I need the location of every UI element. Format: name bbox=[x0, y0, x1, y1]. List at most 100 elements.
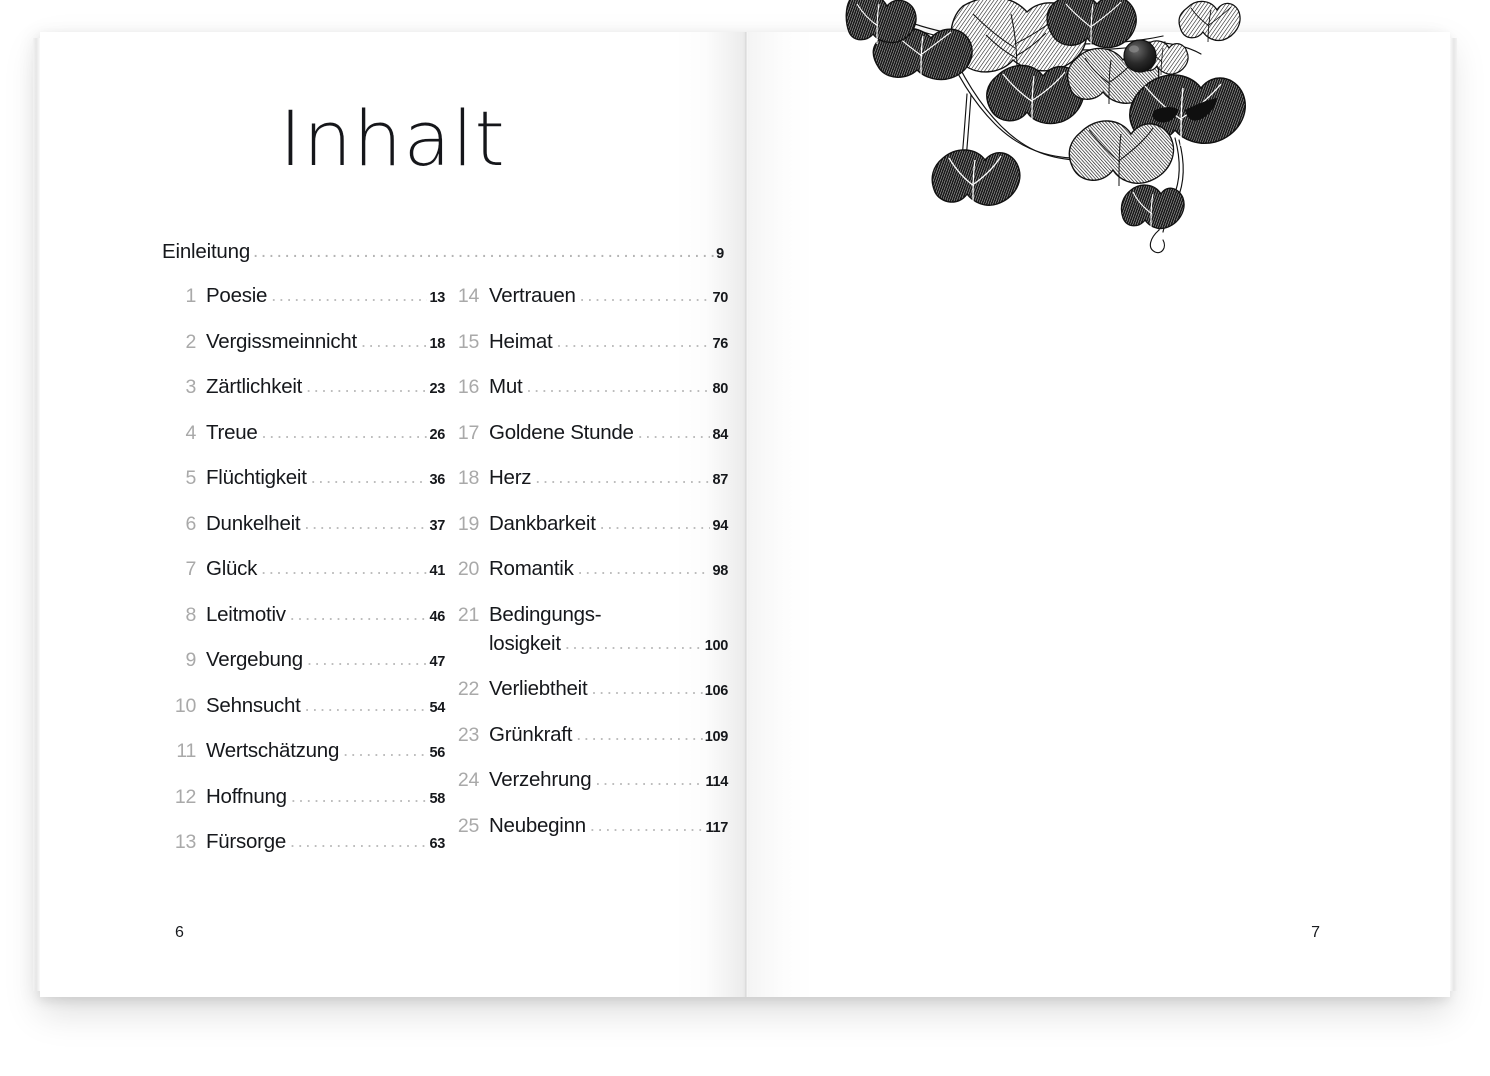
chapter-number: 5 bbox=[185, 467, 196, 489]
chapter-title: Vergebung bbox=[206, 648, 303, 671]
toc-entry[interactable]: 3 Zärtlichkeit..........................… bbox=[162, 375, 445, 399]
chapter-page: 98 bbox=[712, 563, 728, 579]
dot-leader: .................................. bbox=[595, 769, 704, 789]
dot-leader: .................................. bbox=[310, 467, 428, 487]
chapter-page: 100 bbox=[704, 637, 729, 654]
chapter-page: 117 bbox=[705, 819, 729, 836]
chapter-page: 58 bbox=[429, 790, 445, 807]
toc-entry[interactable]: 11 Wertschätzung........................… bbox=[162, 739, 445, 763]
toc-entry[interactable]: 25 Neubeginn............................… bbox=[445, 814, 728, 838]
chapter-number: 8 bbox=[185, 603, 196, 626]
chapter-page: 109 bbox=[704, 728, 729, 745]
toc-entry[interactable]: 5 Flüchtigkeit..........................… bbox=[162, 466, 445, 490]
chapter-number: 24 bbox=[457, 769, 479, 791]
toc-entry[interactable]: 15 Heimat...............................… bbox=[445, 330, 728, 354]
chapter-page: 84 bbox=[712, 426, 728, 443]
chapter-title: Treue bbox=[206, 420, 258, 444]
toc-entry[interactable]: 1 Poesie................................… bbox=[162, 284, 445, 308]
chapter-title: Sehnsucht bbox=[206, 693, 301, 717]
chapter-number: 14 bbox=[457, 285, 479, 307]
ivy-vine-illustration bbox=[845, 0, 1265, 256]
toc-entry[interactable]: 10 Sehnsucht............................… bbox=[162, 694, 445, 718]
chapter-title: Heimat bbox=[489, 329, 553, 353]
dot-leader: .................................. bbox=[360, 330, 428, 351]
chapter-page: 56 bbox=[429, 745, 445, 761]
chapter-title: Glück bbox=[206, 557, 258, 580]
toc-entry[interactable]: 7 Glück.................................… bbox=[162, 557, 445, 581]
chapter-number: 4 bbox=[185, 421, 196, 444]
dot-leader: .................................. bbox=[535, 467, 710, 487]
chapter-title: Poesie bbox=[206, 284, 268, 307]
toc-entry[interactable]: 24 Verzehrung...........................… bbox=[445, 768, 728, 792]
dot-leader: .................................. bbox=[526, 376, 710, 396]
toc-entry[interactable]: 8 Leitmotiv.............................… bbox=[162, 603, 445, 627]
toc-entry[interactable]: 9 Vergebung.............................… bbox=[162, 648, 445, 672]
chapter-title: Wertschätzung bbox=[206, 739, 340, 762]
toc-entry[interactable]: 19 Dankbarkeit..........................… bbox=[445, 512, 728, 536]
dot-leader: .................................. bbox=[589, 814, 704, 835]
chapter-title: Herz bbox=[489, 466, 532, 489]
toc-entry[interactable]: 21 Bedingungs- losigkeit ...............… bbox=[445, 603, 728, 656]
toc-entry[interactable]: 2 Vergissmeinnicht......................… bbox=[162, 330, 445, 354]
toc-entry[interactable]: 4 Treue.................................… bbox=[162, 421, 445, 445]
dot-leader: .................................. bbox=[556, 330, 711, 351]
chapter-title: Romantik bbox=[489, 557, 574, 580]
toc-entry[interactable]: 17 Goldene Stunde.......................… bbox=[445, 421, 728, 445]
dot-leader: .................................. bbox=[271, 285, 427, 305]
toc-intro-row[interactable]: Einleitung .............................… bbox=[162, 240, 724, 264]
chapter-number: 6 bbox=[185, 512, 196, 535]
ivy-berry bbox=[1123, 39, 1157, 73]
chapter-page: 18 bbox=[429, 335, 445, 352]
chapter-number: 25 bbox=[457, 814, 479, 837]
chapter-title: Flüchtigkeit bbox=[206, 466, 307, 489]
screenshot-backdrop: Inhalt Einleitung ......................… bbox=[0, 0, 1490, 1076]
chapter-number: 15 bbox=[457, 330, 479, 353]
chapter-title: Leitmotiv bbox=[206, 602, 286, 626]
chapter-title: Fürsorge bbox=[206, 830, 287, 853]
chapter-title: Dankbarkeit bbox=[489, 511, 596, 535]
book-page-right: 26 Selbstliebe..........................… bbox=[745, 0, 1450, 997]
chapter-page: 70 bbox=[712, 290, 728, 306]
toc-entry[interactable]: 6 Dunkelheit............................… bbox=[162, 512, 445, 536]
chapter-title: Vertrauen bbox=[489, 284, 576, 307]
dot-leader: .................................. bbox=[343, 740, 428, 760]
chapter-page: 63 bbox=[429, 836, 445, 852]
dot-leader: .................................. bbox=[306, 376, 428, 396]
toc-entry[interactable]: 14 Vertrauen............................… bbox=[445, 284, 728, 308]
chapter-page: 54 bbox=[429, 699, 445, 716]
dot-leader: .................................. bbox=[290, 831, 427, 851]
dot-leader: .................................. bbox=[289, 603, 428, 624]
chapter-page: 114 bbox=[705, 774, 729, 790]
dot-leader: .................................. bbox=[290, 785, 428, 806]
chapter-number: 23 bbox=[457, 723, 479, 746]
toc-entry[interactable]: 13 Fürsorge.............................… bbox=[162, 830, 445, 854]
chapter-title: Neubeginn bbox=[489, 813, 586, 837]
toc-entry[interactable]: 12 Hoffnung.............................… bbox=[162, 785, 445, 809]
chapter-page: 87 bbox=[712, 472, 728, 488]
chapter-number: 13 bbox=[174, 831, 196, 853]
chapter-title-line-2: losigkeit bbox=[489, 631, 561, 655]
dot-leader: .................................. bbox=[306, 649, 428, 669]
toc-entry[interactable]: 22 Verliebtheit.........................… bbox=[445, 677, 728, 701]
page-title: Inhalt bbox=[279, 94, 506, 183]
chapter-number: 10 bbox=[174, 694, 196, 717]
dot-leader: .................................. bbox=[577, 558, 711, 578]
chapter-title: Verzehrung bbox=[489, 768, 592, 791]
book-page-left: Inhalt Einleitung ......................… bbox=[40, 32, 745, 997]
chapter-number: 17 bbox=[457, 421, 479, 444]
chapter-title: Dunkelheit bbox=[206, 511, 301, 535]
chapter-title: Hoffnung bbox=[206, 784, 287, 808]
chapter-page: 76 bbox=[712, 335, 728, 352]
toc-entry[interactable]: 16 Mut..................................… bbox=[445, 375, 728, 399]
toc-entry[interactable]: 23 Grünkraft............................… bbox=[445, 723, 728, 747]
dot-leader: .................................. bbox=[261, 558, 427, 578]
toc-entry[interactable]: 20 Romantik.............................… bbox=[445, 557, 728, 581]
chapter-number: 20 bbox=[457, 558, 479, 580]
dot-leader: .................................. bbox=[591, 678, 702, 698]
chapter-number: 19 bbox=[457, 512, 479, 535]
chapter-page: 13 bbox=[429, 290, 445, 306]
dot-leader: .................................. bbox=[261, 421, 428, 442]
chapter-title: Vergissmeinnicht bbox=[206, 329, 357, 353]
toc-entry[interactable]: 18 Herz.................................… bbox=[445, 466, 728, 490]
dot-leader: .................................. bbox=[579, 285, 711, 305]
